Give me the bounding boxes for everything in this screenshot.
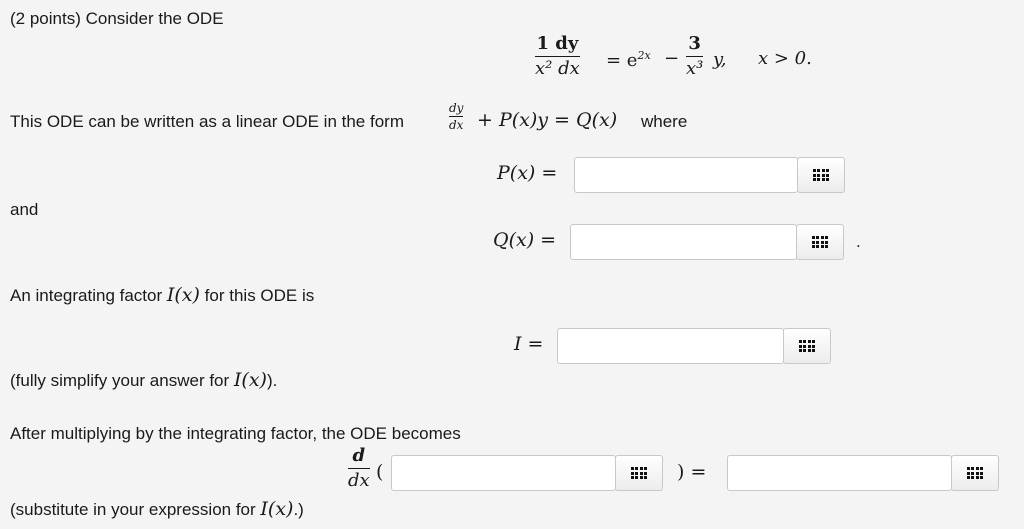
- ode-y-tail: y,: [713, 49, 727, 70]
- substitute-post: .): [293, 500, 304, 519]
- p-input[interactable]: [574, 157, 798, 193]
- i-palette-button[interactable]: [783, 328, 831, 364]
- q-palette-button[interactable]: [796, 224, 844, 260]
- simplify-pre: (fully simplify your answer for: [10, 371, 230, 390]
- ode-condition: x > 0.: [758, 48, 812, 69]
- rhs-input[interactable]: [727, 455, 952, 491]
- grid-icon: [812, 169, 830, 181]
- if-text-post: for this ODE is: [204, 286, 315, 305]
- ode-coef-numerator: 3: [688, 33, 701, 54]
- close-eq: ) =: [677, 461, 707, 483]
- simplify-post: ).: [266, 371, 278, 390]
- ode-lhs-fraction: 1 dy x² dx: [535, 35, 580, 78]
- form-denominator: dx: [449, 118, 464, 132]
- after-text: After multiplying by the integrating fac…: [10, 424, 461, 443]
- ode-lhs-numerator: 1 dy: [536, 33, 579, 54]
- q-label: Q(x) =: [493, 229, 557, 251]
- form-fraction: dy dx: [449, 101, 464, 132]
- d-denominator: dx: [348, 470, 370, 491]
- p-label: P(x) =: [497, 162, 558, 184]
- substitute-pre: (substitute in your expression for: [10, 500, 256, 519]
- problem-header: (2 points) Consider the ODE: [10, 9, 224, 28]
- ode-equals-e: = e2x: [606, 49, 651, 71]
- form-where: where: [641, 112, 688, 131]
- ode-equals-e-text: = e: [606, 50, 638, 71]
- q-input[interactable]: [570, 224, 797, 260]
- if-symbol: I(x): [166, 284, 200, 306]
- ode-minus: −: [664, 48, 680, 69]
- p-palette-button[interactable]: [797, 157, 845, 193]
- ode-exponent: 2x: [637, 49, 651, 62]
- d-bar: [348, 468, 370, 469]
- i-label: I =: [514, 333, 544, 355]
- form-bar: [449, 116, 464, 117]
- grid-icon: [811, 236, 829, 248]
- simplify-symbol: I(x): [233, 369, 267, 391]
- grid-icon: [966, 467, 984, 479]
- ode-coef-bar: [686, 56, 704, 57]
- linear-form-text: This ODE can be written as a linear ODE …: [10, 112, 404, 131]
- ode-coef-fraction: 3 x³: [686, 33, 704, 79]
- grid-icon: [630, 467, 648, 479]
- grid-icon: [798, 340, 816, 352]
- d-numerator: d: [352, 445, 366, 466]
- substitute-note: (substitute in your expression for I(x).…: [10, 498, 304, 520]
- simplify-note: (fully simplify your answer for I(x)).: [10, 369, 277, 391]
- integrating-factor-sentence: An integrating factor I(x) for this ODE …: [10, 284, 314, 306]
- lhs-input[interactable]: [391, 455, 616, 491]
- d-dx-fraction: d dx: [348, 447, 370, 490]
- lhs-palette-button[interactable]: [615, 455, 663, 491]
- substitute-symbol: I(x): [260, 498, 294, 520]
- form-numerator: dy: [449, 101, 464, 115]
- ode-coef-denominator: x³: [686, 58, 704, 79]
- q-period: .: [856, 232, 861, 251]
- open-paren: (: [376, 461, 384, 483]
- if-text-pre: An integrating factor: [10, 286, 163, 305]
- and-text: and: [10, 200, 39, 219]
- ode-lhs-bar: [535, 56, 580, 57]
- ode-lhs-denominator: x² dx: [535, 58, 580, 79]
- form-rest: + P(x)y = Q(x): [477, 109, 618, 131]
- i-input[interactable]: [557, 328, 784, 364]
- rhs-palette-button[interactable]: [951, 455, 999, 491]
